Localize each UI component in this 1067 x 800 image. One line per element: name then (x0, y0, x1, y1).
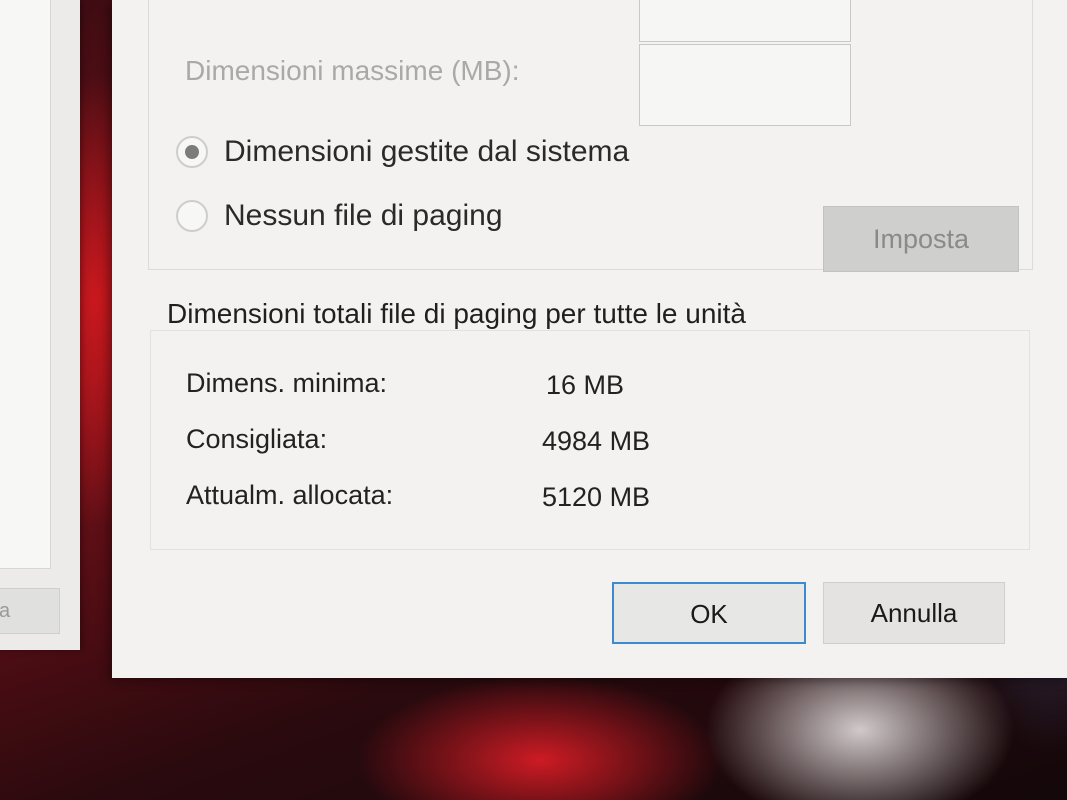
virtual-memory-dialog: Dimensioni massime (MB): Dimensioni gest… (112, 0, 1067, 678)
no-paging-option[interactable]: Nessun file di paging (176, 199, 503, 233)
allocated-value: 5120 MB (542, 482, 651, 512)
no-paging-label: Nessun file di paging (224, 199, 503, 232)
min-size-label: Dimens. minima: (186, 368, 388, 398)
radio-button-checked[interactable] (176, 136, 208, 168)
background-window: a (0, 0, 80, 650)
min-size-value: 16 MB (546, 370, 625, 400)
max-size-label: Dimensioni massime (MB): (185, 55, 520, 86)
recommended-label: Consigliata: (186, 424, 328, 454)
radio-button-unchecked[interactable] (176, 200, 208, 232)
radio-dot-icon (185, 145, 199, 159)
set-button[interactable]: Imposta (823, 206, 1019, 272)
initial-size-input[interactable] (639, 0, 851, 42)
recommended-value: 4984 MB (542, 426, 651, 456)
system-managed-option[interactable]: Dimensioni gestite dal sistema (176, 135, 629, 169)
ok-button[interactable]: OK (612, 582, 806, 644)
cancel-button[interactable]: Annulla (823, 582, 1005, 644)
max-size-input[interactable] (639, 44, 851, 126)
background-window-button[interactable]: a (0, 588, 60, 634)
allocated-label: Attualm. allocata: (186, 480, 394, 510)
system-managed-label: Dimensioni gestite dal sistema (224, 135, 630, 168)
totals-title: Dimensioni totali file di paging per tut… (167, 298, 747, 329)
background-window-panel (0, 0, 51, 569)
